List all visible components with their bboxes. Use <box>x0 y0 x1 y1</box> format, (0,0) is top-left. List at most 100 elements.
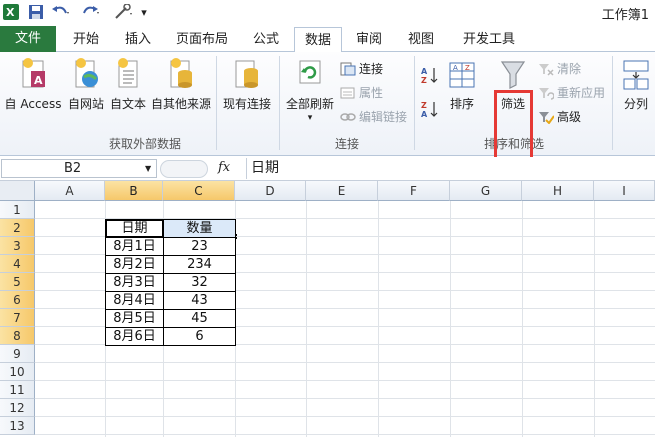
row-header-13[interactable]: 13 <box>0 417 35 435</box>
row-header-6[interactable]: 6 <box>0 291 35 309</box>
sort-ascending-button[interactable]: AZ <box>420 66 442 84</box>
from-access-button[interactable]: A 自 Access <box>2 55 64 135</box>
refresh-all-button[interactable]: 全部刷新 ▾ <box>282 55 338 135</box>
undo-icon[interactable] <box>50 3 72 21</box>
window-title: 工作簿1 <box>601 8 649 23</box>
properties-button[interactable]: 属性 <box>340 84 383 102</box>
select-all-corner[interactable] <box>0 181 35 201</box>
svg-text:Z: Z <box>421 101 427 110</box>
svg-text:Z: Z <box>465 64 470 72</box>
advanced-filter-icon <box>539 112 554 124</box>
column-header-d[interactable]: D <box>235 181 306 201</box>
table-header-quantity[interactable]: 数量 <box>163 219 236 238</box>
table-cell-quantity[interactable]: 23 <box>163 237 236 256</box>
sort-ascending-icon: AZ <box>421 67 438 84</box>
table-cell-date[interactable]: 8月5日 <box>105 309 164 328</box>
tab-view[interactable]: 视图 <box>401 27 441 52</box>
row-header-3[interactable]: 3 <box>0 237 35 255</box>
table-cell-date[interactable]: 8月1日 <box>105 237 164 256</box>
column-header-a[interactable]: A <box>35 181 105 201</box>
table-cell-quantity[interactable]: 32 <box>163 273 236 292</box>
tab-formulas[interactable]: 公式 <box>246 27 286 52</box>
gridline-horizontal <box>35 380 655 381</box>
svg-text:X: X <box>6 6 15 19</box>
ribbon-data: A 自 Access 自网站 自文本 自其他来源 现有连接 获取外部数据 全部刷… <box>0 52 655 185</box>
text-to-columns-button[interactable]: 分列 <box>617 55 655 135</box>
tab-data[interactable]: 数据 <box>294 27 342 54</box>
column-header-g[interactable]: G <box>450 181 522 201</box>
row-header-8[interactable]: 8 <box>0 327 35 345</box>
text-file-icon <box>118 58 138 88</box>
row-header-9[interactable]: 9 <box>0 345 35 363</box>
filter-funnel-icon <box>500 61 526 89</box>
row-header-5[interactable]: 5 <box>0 273 35 291</box>
table-cell-date[interactable]: 8月4日 <box>105 291 164 310</box>
row-header-4[interactable]: 4 <box>0 255 35 273</box>
tab-developer[interactable]: 开发工具 <box>454 27 524 52</box>
tab-home[interactable]: 开始 <box>66 27 106 52</box>
connections-button[interactable]: 连接 <box>340 60 383 78</box>
other-sources-icon <box>170 58 192 88</box>
dropdown-arrow-icon: ▾ <box>307 113 313 123</box>
name-box[interactable]: B2 <box>1 159 157 178</box>
web-icon <box>75 58 98 88</box>
row-header-2[interactable]: 2 <box>0 219 35 237</box>
column-header-e[interactable]: E <box>306 181 378 201</box>
worksheet-grid[interactable]: A B C D E F G H I 1 2 3 4 5 6 7 8 9 10 11 12 13 日期 数量 8月1日 23 8月2日… <box>0 181 655 437</box>
advanced-button[interactable]: 高级 <box>538 108 581 126</box>
column-header-c[interactable]: C <box>163 181 235 201</box>
row-header-7[interactable]: 7 <box>0 309 35 327</box>
insert-function-icon[interactable]: fx <box>218 160 230 175</box>
tab-review[interactable]: 审阅 <box>349 27 389 52</box>
row-header-12[interactable]: 12 <box>0 399 35 417</box>
clear-button[interactable]: 清除 <box>538 60 581 78</box>
formula-input[interactable]: 日期 <box>246 158 655 179</box>
group-separator <box>612 56 613 150</box>
row-header-10[interactable]: 10 <box>0 363 35 381</box>
row-header-11[interactable]: 11 <box>0 381 35 399</box>
customize-qa-icon[interactable]: ▾ <box>138 3 150 21</box>
row-header-1[interactable]: 1 <box>0 201 35 219</box>
from-other-sources-button[interactable]: 自其他来源 <box>149 55 213 135</box>
excel-logo-icon: X <box>2 3 20 21</box>
clear-filter-icon <box>539 64 554 76</box>
from-web-button[interactable]: 自网站 <box>64 55 108 135</box>
reapply-button[interactable]: 重新应用 <box>538 84 605 102</box>
title-bar: X ▾ 工作簿1 <box>0 0 655 25</box>
redo-icon[interactable] <box>80 3 102 21</box>
column-header-h[interactable]: H <box>522 181 594 201</box>
gridline-horizontal <box>35 434 655 435</box>
table-header-date[interactable]: 日期 <box>105 219 164 238</box>
tab-page-layout[interactable]: 页面布局 <box>172 27 232 52</box>
column-header-f[interactable]: F <box>378 181 450 201</box>
table-cell-quantity[interactable]: 234 <box>163 255 236 274</box>
group-label-get-external: 获取外部数据 <box>108 137 181 151</box>
table-cell-date[interactable]: 8月3日 <box>105 273 164 292</box>
svg-text:A: A <box>421 110 428 118</box>
table-cell-date[interactable]: 8月2日 <box>105 255 164 274</box>
column-header-b[interactable]: B <box>105 181 163 201</box>
column-header-i[interactable]: I <box>594 181 655 201</box>
table-cell-quantity[interactable]: 43 <box>163 291 236 310</box>
tab-file[interactable]: 文件 <box>0 26 56 52</box>
from-text-button[interactable]: 自文本 <box>107 55 149 135</box>
text-to-columns-icon <box>623 60 649 90</box>
group-label-connections: 连接 <box>334 137 359 151</box>
table-cell-date[interactable]: 8月6日 <box>105 327 164 346</box>
sort-button[interactable]: AZ 排序 <box>444 55 480 135</box>
sort-descending-button[interactable]: ZA <box>420 100 442 118</box>
connections-icon <box>340 62 356 76</box>
svg-text:Z: Z <box>421 76 427 84</box>
svg-text:A: A <box>34 74 43 87</box>
edit-links-button[interactable]: 编辑链接 <box>340 108 407 126</box>
refresh-icon <box>299 60 321 84</box>
tab-insert[interactable]: 插入 <box>118 27 158 52</box>
save-icon[interactable] <box>28 3 44 21</box>
existing-connections-button[interactable]: 现有连接 <box>220 55 274 135</box>
tools-icon[interactable] <box>113 3 135 21</box>
table-cell-quantity[interactable]: 45 <box>163 309 236 328</box>
table-cell-quantity[interactable]: 6 <box>163 327 236 346</box>
name-box-dropdown-icon[interactable]: ▼ <box>145 164 151 173</box>
svg-text:A: A <box>453 64 458 72</box>
gridline-horizontal <box>35 398 655 399</box>
